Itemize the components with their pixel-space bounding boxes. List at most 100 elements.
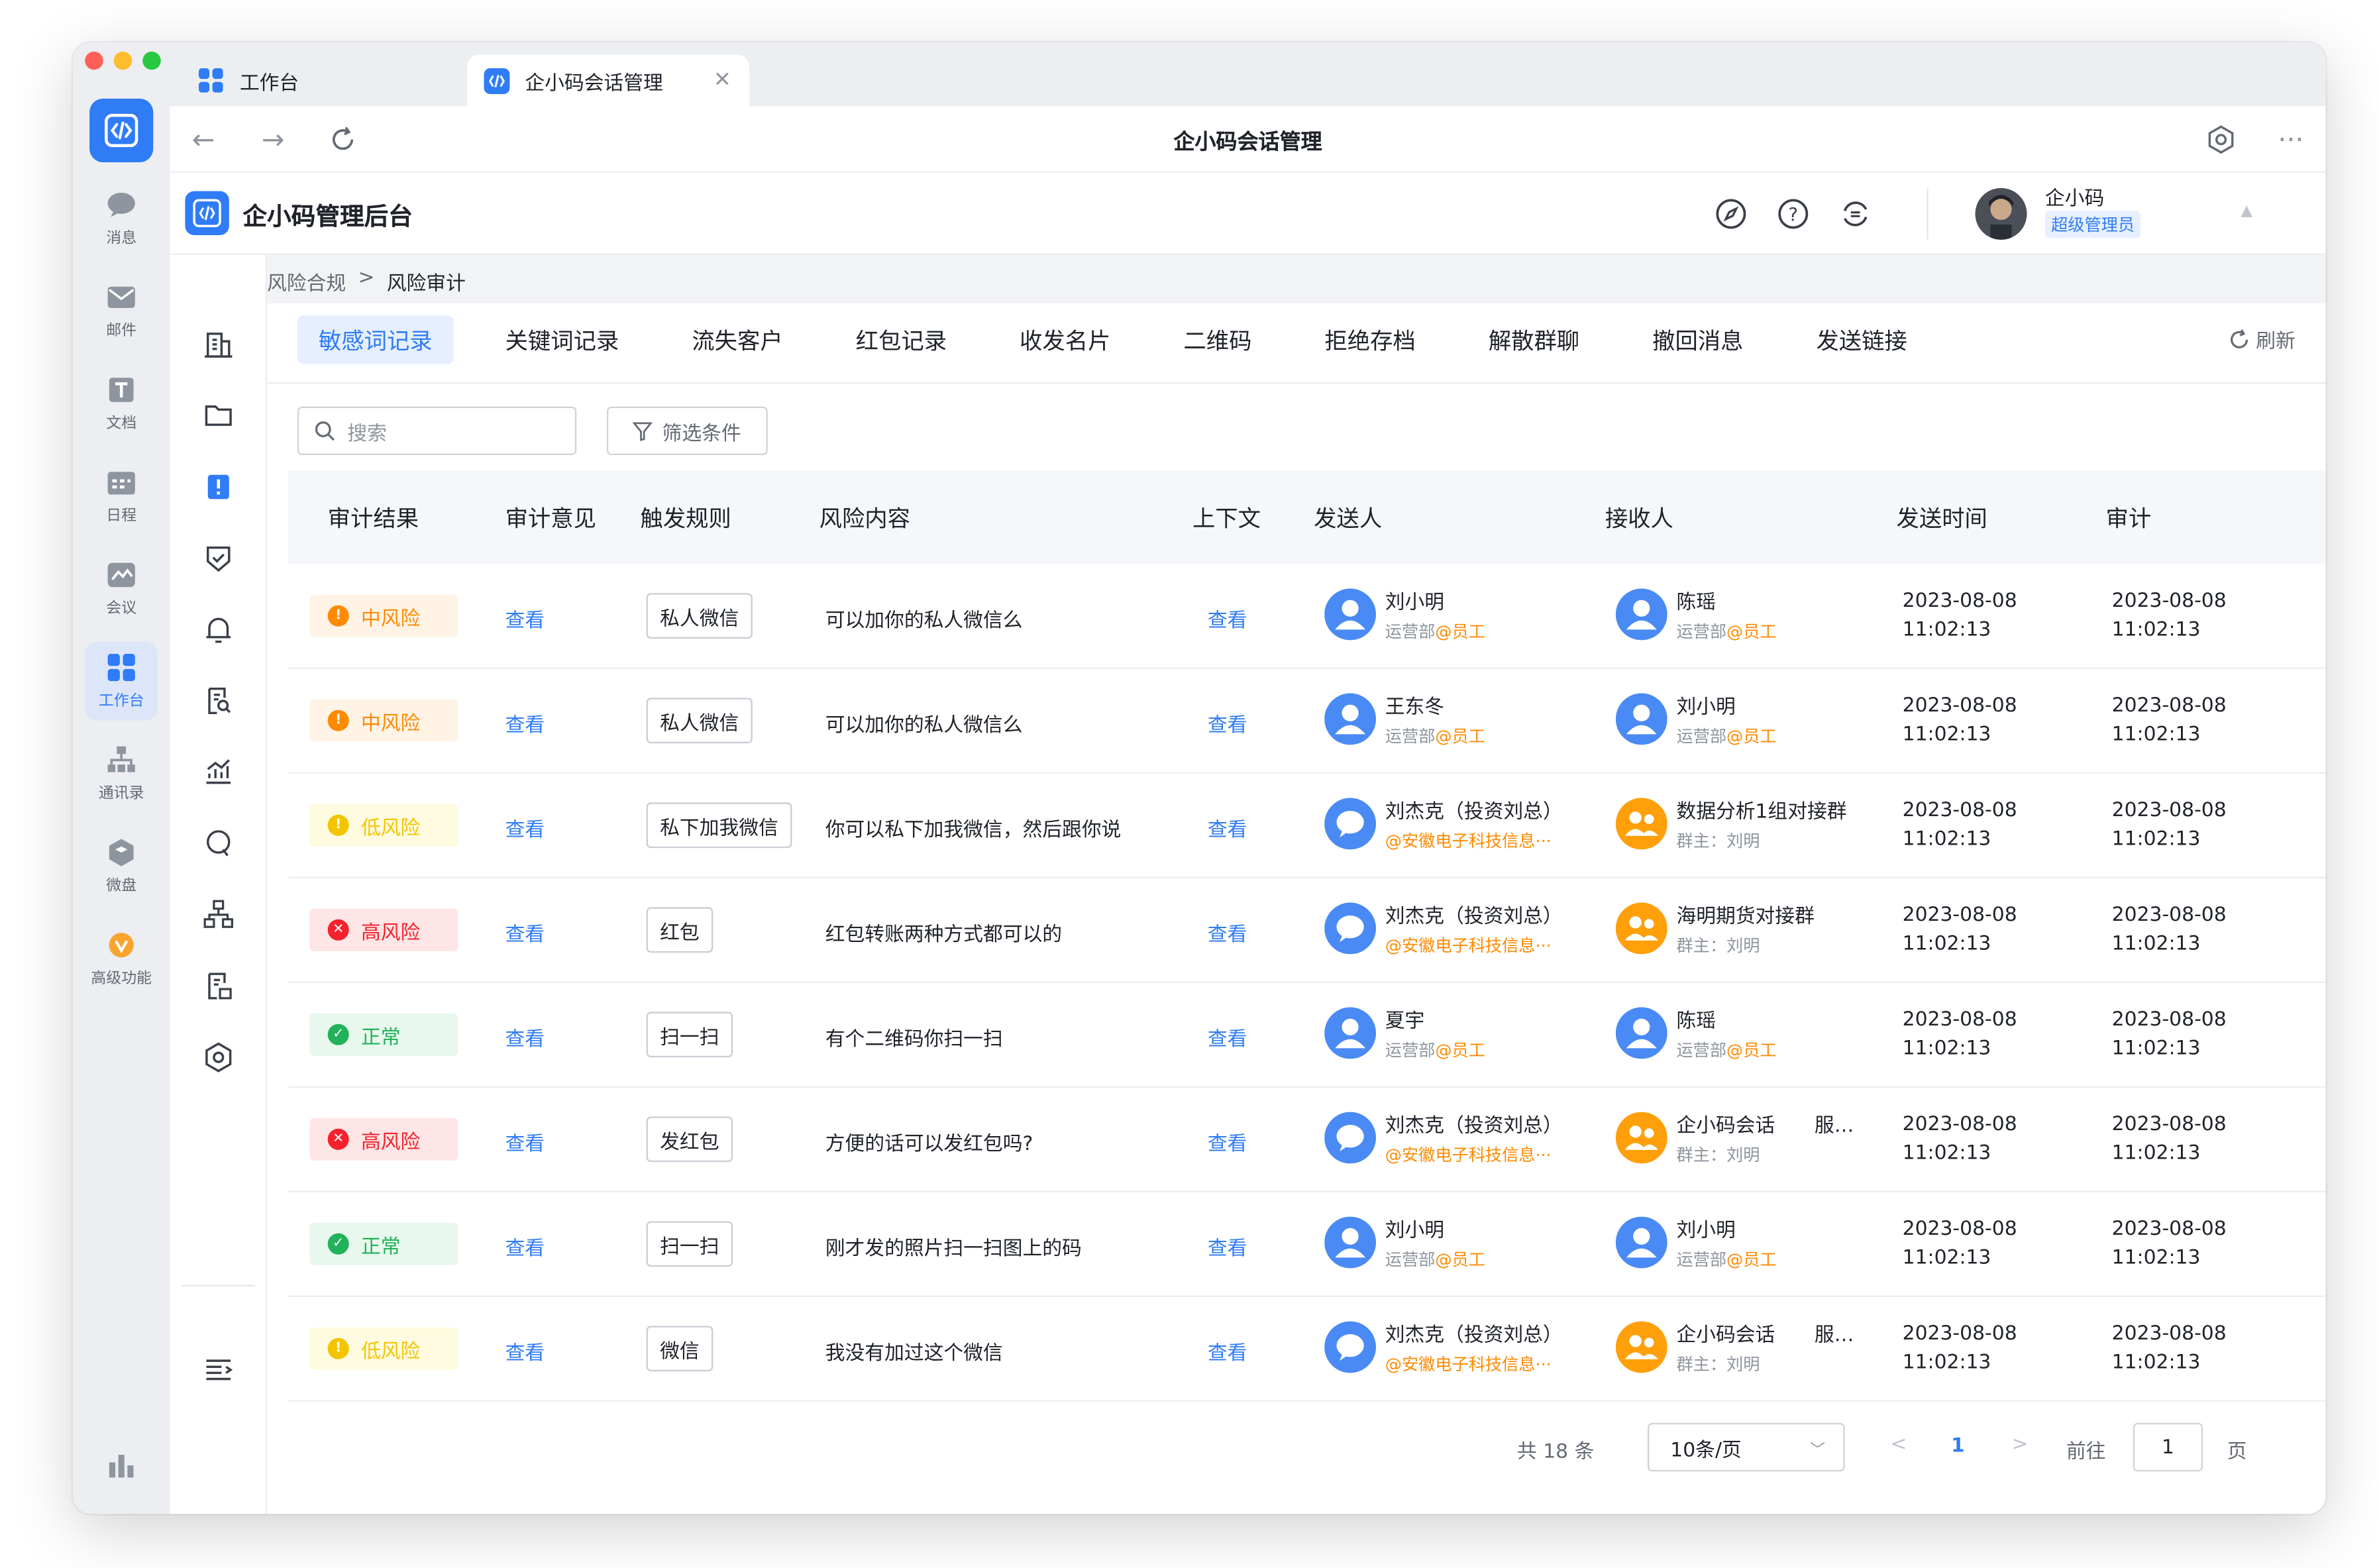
rail-item[interactable]: 会议 — [85, 549, 158, 628]
receiver[interactable]: 刘小明 运营部@员工 — [1615, 690, 1777, 748]
sender[interactable]: 王东冬 运营部@员工 — [1324, 690, 1485, 748]
receiver[interactable]: 企小码会话 服… 群主：刘明 — [1615, 1318, 1854, 1376]
folder-icon[interactable] — [202, 399, 235, 432]
filter-button[interactable]: 筛选条件 — [607, 406, 768, 455]
browser-tab-workbench[interactable]: 工作台 — [197, 54, 486, 106]
settings-hex-icon[interactable] — [2206, 125, 2237, 155]
sender[interactable]: 刘小明 运营部@员工 — [1324, 586, 1485, 643]
view-context-link[interactable]: 查看 — [1208, 813, 1247, 842]
receiver[interactable]: 陈瑶 运营部@员工 — [1615, 1004, 1777, 1062]
table-row[interactable]: ✕ 高风险 查看 发红包 方便的话可以发红包吗? 查看 刘杰克（投资刘总） @安徽电子科技信息… — [288, 1088, 2326, 1192]
refresh-button[interactable]: 刷新 — [2229, 325, 2296, 354]
browser-tab-session[interactable]: 企小码会话管理 ✕ — [467, 54, 750, 107]
rail-item[interactable]: 文档 — [85, 364, 158, 443]
table-row[interactable]: ! 低风险 查看 私下加我微信 你可以私下加我微信，然后跟你说 查看 刘杰克（投资刘总） @安… — [288, 774, 2326, 878]
table-row[interactable]: ! 低风险 查看 微信 我没有加过这个微信 查看 刘杰克（投资刘总） @安徽电子科技信息···… — [288, 1297, 2326, 1402]
view-opinion-link[interactable]: 查看 — [505, 1022, 545, 1051]
rail-item[interactable]: 微盘 — [85, 827, 158, 906]
tab[interactable]: 解散群聊 — [1467, 315, 1601, 364]
sender[interactable]: 夏宇 运营部@员工 — [1324, 1004, 1485, 1062]
view-opinion-link[interactable]: 查看 — [505, 813, 545, 842]
user-menu-caret-icon[interactable]: ▲ — [2241, 203, 2252, 220]
view-opinion-link[interactable]: 查看 — [505, 1127, 545, 1156]
search-input[interactable]: 搜索 — [297, 406, 577, 455]
page-size-select[interactable]: 10条/页 ﹀ — [1647, 1423, 1845, 1472]
rail-item[interactable]: 通讯录 — [85, 734, 158, 813]
view-context-link[interactable]: 查看 — [1208, 603, 1247, 633]
settings-icon[interactable] — [202, 1041, 235, 1074]
rail-item[interactable]: 消息 — [85, 179, 158, 258]
switch-icon[interactable] — [1838, 197, 1872, 231]
table-row[interactable]: ✓ 正常 查看 扫一扫 有个二维码你扫一扫 查看 夏宇 运营部@员工 陈瑶 运营部@员工 2023-… — [288, 983, 2326, 1088]
view-context-link[interactable]: 查看 — [1208, 1127, 1247, 1156]
tab[interactable]: 红包记录 — [835, 315, 969, 364]
tab[interactable]: 撤回消息 — [1631, 315, 1765, 364]
more-icon[interactable]: ··· — [2276, 124, 2306, 156]
app-logo-icon[interactable] — [89, 98, 154, 163]
view-context-link[interactable]: 查看 — [1208, 1336, 1247, 1365]
tab[interactable]: 二维码 — [1162, 315, 1273, 364]
sender[interactable]: 刘杰克（投资刘总） @安徽电子科技信息··· — [1324, 1318, 1563, 1376]
view-opinion-link[interactable]: 查看 — [505, 603, 545, 633]
compass-icon[interactable] — [1715, 197, 1748, 231]
breadcrumb-parent[interactable]: 风险合规 — [267, 267, 346, 295]
view-context-link[interactable]: 查看 — [1208, 1022, 1247, 1051]
risk-badge: ✓ 正常 — [309, 1013, 458, 1056]
tab[interactable]: 发送链接 — [1795, 315, 1929, 364]
rail-item[interactable]: 高级功能 — [85, 919, 158, 998]
alarm-icon[interactable] — [202, 613, 235, 646]
sender[interactable]: 刘杰克（投资刘总） @安徽电子科技信息··· — [1324, 1109, 1563, 1167]
table-row[interactable]: ! 中风险 查看 私人微信 可以加你的私人微信么 查看 王东冬 运营部@员工 刘小明 运营部@员工… — [288, 669, 2326, 774]
maximize-window-button[interactable] — [142, 51, 161, 70]
rail-item[interactable]: 邮件 — [85, 272, 158, 350]
document-search-icon[interactable] — [202, 684, 235, 717]
minimize-window-button[interactable] — [113, 51, 132, 70]
org-tree-icon[interactable] — [202, 898, 235, 931]
receiver[interactable]: 陈瑶 运营部@员工 — [1615, 586, 1777, 643]
sender[interactable]: 刘小明 运营部@员工 — [1324, 1214, 1485, 1271]
view-opinion-link[interactable]: 查看 — [505, 708, 545, 737]
rail-item-label: 工作台 — [98, 692, 144, 709]
tab[interactable]: 关键词记录 — [484, 315, 641, 364]
view-context-link[interactable]: 查看 — [1208, 917, 1247, 947]
help-icon[interactable]: ? — [1777, 197, 1810, 231]
tab[interactable]: 收发名片 — [998, 315, 1132, 364]
sender[interactable]: 刘杰克（投资刘总） @安徽电子科技信息··· — [1324, 795, 1563, 853]
tab[interactable]: 拒绝存档 — [1303, 315, 1437, 364]
table-row[interactable]: ✕ 高风险 查看 红包 红包转账两种方式都可以的 查看 刘杰克（投资刘总） @安徽电子科技信息… — [288, 878, 2326, 983]
document-lock-icon[interactable] — [202, 969, 235, 1002]
table-row[interactable]: ! 中风险 查看 私人微信 可以加你的私人微信么 查看 刘小明 运营部@员工 陈瑶 运营部@员工 2… — [288, 564, 2326, 669]
risk-audit-icon[interactable] — [202, 470, 235, 503]
chat-search-icon[interactable] — [202, 827, 235, 860]
avatar[interactable] — [1975, 187, 2027, 240]
close-tab-icon[interactable]: ✕ — [714, 68, 731, 93]
building-icon[interactable] — [202, 328, 235, 361]
sender[interactable]: 刘杰克（投资刘总） @安徽电子科技信息··· — [1324, 900, 1563, 957]
column-header: 审计 — [2105, 505, 2152, 533]
tab[interactable]: 流失客户 — [670, 315, 804, 364]
stats-icon[interactable] — [106, 1450, 136, 1481]
view-opinion-link[interactable]: 查看 — [505, 917, 545, 947]
next-page-button[interactable]: > — [2012, 1434, 2029, 1456]
receiver[interactable]: 刘小明 运营部@员工 — [1615, 1214, 1777, 1271]
view-context-link[interactable]: 查看 — [1208, 1231, 1247, 1261]
page-number[interactable]: 1 — [1951, 1435, 1965, 1457]
receiver[interactable]: 企小码会话 服… 群主：刘明 — [1615, 1109, 1854, 1167]
rail-item[interactable]: 日程 — [85, 456, 158, 535]
table-row[interactable]: ✓ 正常 查看 扫一扫 刚才发的照片扫一扫图上的码 查看 刘小明 运营部@员工 刘小明 运营部@员… — [288, 1192, 2326, 1297]
collapse-menu-icon[interactable] — [202, 1353, 235, 1386]
tab[interactable]: 敏感词记录 — [297, 315, 454, 364]
receiver[interactable]: 数据分析1组对接群 群主：刘明 — [1615, 795, 1847, 853]
column-header: 发送人 — [1314, 505, 1383, 533]
receiver[interactable]: 海明期货对接群 群主：刘明 — [1615, 900, 1815, 957]
close-window-button[interactable] — [85, 51, 103, 70]
goto-page-input[interactable]: 1 — [2133, 1423, 2203, 1472]
view-context-link[interactable]: 查看 — [1208, 708, 1247, 737]
rail-item[interactable]: 工作台 — [85, 641, 158, 721]
view-opinion-link[interactable]: 查看 — [505, 1336, 545, 1365]
risk-level-icon: ! — [327, 605, 349, 627]
view-opinion-link[interactable]: 查看 — [505, 1231, 545, 1261]
shield-check-icon[interactable] — [202, 542, 235, 575]
prev-page-button[interactable]: < — [1890, 1434, 1907, 1456]
trend-chart-icon[interactable] — [202, 755, 235, 788]
